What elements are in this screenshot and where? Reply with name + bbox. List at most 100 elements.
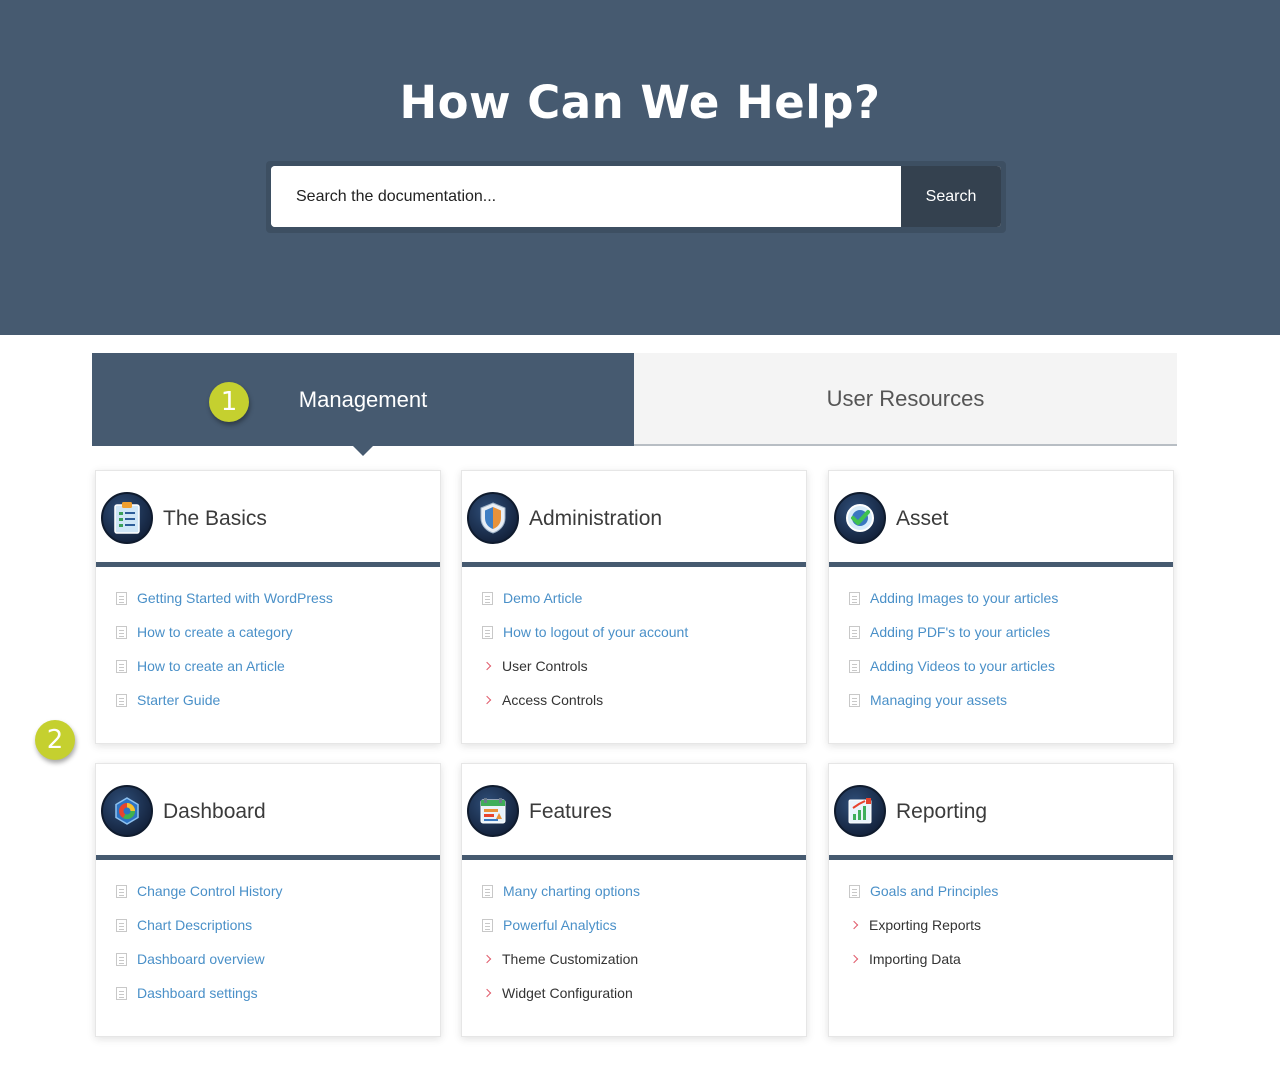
list-item[interactable]: Change Control History — [116, 874, 283, 908]
tab-user-resources[interactable]: User Resources — [634, 353, 1177, 446]
list-item[interactable]: Starter Guide — [116, 683, 333, 717]
list-item[interactable]: Theme Customization — [482, 942, 640, 976]
article-link[interactable]: Getting Started with WordPress — [137, 590, 333, 606]
article-link[interactable]: How to create a category — [137, 624, 293, 640]
article-link[interactable]: Goals and Principles — [870, 883, 998, 899]
list-item[interactable]: Adding PDF's to your articles — [849, 615, 1058, 649]
document-icon — [482, 591, 493, 605]
document-icon — [116, 693, 127, 707]
card-title: Asset — [896, 507, 949, 530]
subcategory-link[interactable]: Widget Configuration — [502, 985, 633, 1001]
article-link[interactable]: Dashboard overview — [137, 951, 265, 967]
article-link[interactable]: Managing your assets — [870, 692, 1007, 708]
list-item[interactable]: Adding Images to your articles — [849, 581, 1058, 615]
list-item[interactable]: Exporting Reports — [849, 908, 998, 942]
search-input[interactable] — [271, 166, 901, 227]
document-icon — [849, 659, 860, 673]
document-icon — [116, 884, 127, 898]
list-item[interactable]: How to logout of your account — [482, 615, 688, 649]
chevron-right-icon — [482, 954, 492, 964]
pie-chart-icon — [101, 785, 153, 837]
step-marker-1: 1 — [209, 382, 249, 422]
list-item[interactable]: Dashboard overview — [116, 942, 283, 976]
list-item[interactable]: Importing Data — [849, 942, 998, 976]
subcategory-link[interactable]: Theme Customization — [502, 951, 638, 967]
card-header: Reporting — [829, 764, 1173, 860]
list-item[interactable]: Powerful Analytics — [482, 908, 640, 942]
article-list: Goals and Principles Exporting Reports I… — [849, 874, 998, 976]
list-item[interactable]: Widget Configuration — [482, 976, 640, 1010]
list-item[interactable]: How to create a category — [116, 615, 333, 649]
article-list: Demo Article How to logout of your accou… — [482, 581, 688, 717]
list-item[interactable]: Dashboard settings — [116, 976, 283, 1010]
article-link[interactable]: How to logout of your account — [503, 624, 688, 640]
document-icon — [116, 952, 127, 966]
article-link[interactable]: Many charting options — [503, 883, 640, 899]
document-icon — [849, 884, 860, 898]
list-item[interactable]: Managing your assets — [849, 683, 1058, 717]
card-header: The Basics — [96, 471, 440, 567]
card-title: Reporting — [896, 800, 988, 823]
chevron-right-icon — [482, 695, 492, 705]
shield-icon — [467, 492, 519, 544]
document-icon — [116, 591, 127, 605]
list-item[interactable]: User Controls — [482, 649, 688, 683]
article-link[interactable]: Dashboard settings — [137, 985, 258, 1001]
page-title: How Can We Help? — [399, 76, 881, 129]
document-icon — [116, 625, 127, 639]
list-item[interactable]: Goals and Principles — [849, 874, 998, 908]
step-marker-2: 2 — [35, 720, 75, 760]
bar-chart-icon — [834, 785, 886, 837]
list-item[interactable]: Chart Descriptions — [116, 908, 283, 942]
chevron-right-icon — [849, 954, 859, 964]
article-link[interactable]: Powerful Analytics — [503, 917, 617, 933]
subcategory-link[interactable]: Importing Data — [869, 951, 961, 967]
document-icon — [116, 986, 127, 1000]
subcategory-link[interactable]: Exporting Reports — [869, 917, 981, 933]
chevron-right-icon — [849, 920, 859, 930]
category-card-administration: Administration Demo Article How to logou… — [461, 470, 807, 744]
document-icon — [849, 693, 860, 707]
article-list: Getting Started with WordPress How to cr… — [116, 581, 333, 717]
list-item[interactable]: Adding Videos to your articles — [849, 649, 1058, 683]
article-link[interactable]: Starter Guide — [137, 692, 220, 708]
category-card-asset: Asset Adding Images to your articles Add… — [828, 470, 1174, 744]
list-item[interactable]: Getting Started with WordPress — [116, 581, 333, 615]
chevron-right-icon — [482, 661, 492, 671]
card-title: Features — [529, 800, 612, 823]
tab-management[interactable]: Management — [92, 353, 634, 456]
article-link[interactable]: How to create an Article — [137, 658, 285, 674]
card-header: Administration — [462, 471, 806, 567]
category-card-features: Features Many charting options Powerful … — [461, 763, 807, 1037]
article-link[interactable]: Chart Descriptions — [137, 917, 252, 933]
list-item[interactable]: Many charting options — [482, 874, 640, 908]
card-header: Features — [462, 764, 806, 860]
card-header: Dashboard — [96, 764, 440, 860]
card-title: Administration — [529, 507, 663, 530]
subcategory-link[interactable]: User Controls — [502, 658, 588, 674]
list-item[interactable]: Access Controls — [482, 683, 688, 717]
list-item[interactable]: How to create an Article — [116, 649, 333, 683]
article-link[interactable]: Adding PDF's to your articles — [870, 624, 1050, 640]
list-item[interactable]: Demo Article — [482, 581, 688, 615]
search-button[interactable]: Search — [901, 166, 1001, 227]
calendar-icon — [467, 785, 519, 837]
document-icon — [482, 918, 493, 932]
article-link[interactable]: Adding Videos to your articles — [870, 658, 1055, 674]
article-link[interactable]: Adding Images to your articles — [870, 590, 1058, 606]
document-icon — [116, 918, 127, 932]
document-icon — [116, 659, 127, 673]
category-card-the-basics: The Basics Getting Started with WordPres… — [95, 470, 441, 744]
subcategory-link[interactable]: Access Controls — [502, 692, 603, 708]
card-title: Dashboard — [163, 800, 266, 823]
search-form: Search — [271, 166, 1001, 227]
chevron-right-icon — [482, 988, 492, 998]
article-link[interactable]: Change Control History — [137, 883, 283, 899]
clipboard-icon — [101, 492, 153, 544]
document-icon — [482, 625, 493, 639]
document-icon — [849, 625, 860, 639]
article-link[interactable]: Demo Article — [503, 590, 582, 606]
document-icon — [482, 884, 493, 898]
card-title: The Basics — [163, 507, 267, 530]
article-list: Many charting options Powerful Analytics… — [482, 874, 640, 1010]
